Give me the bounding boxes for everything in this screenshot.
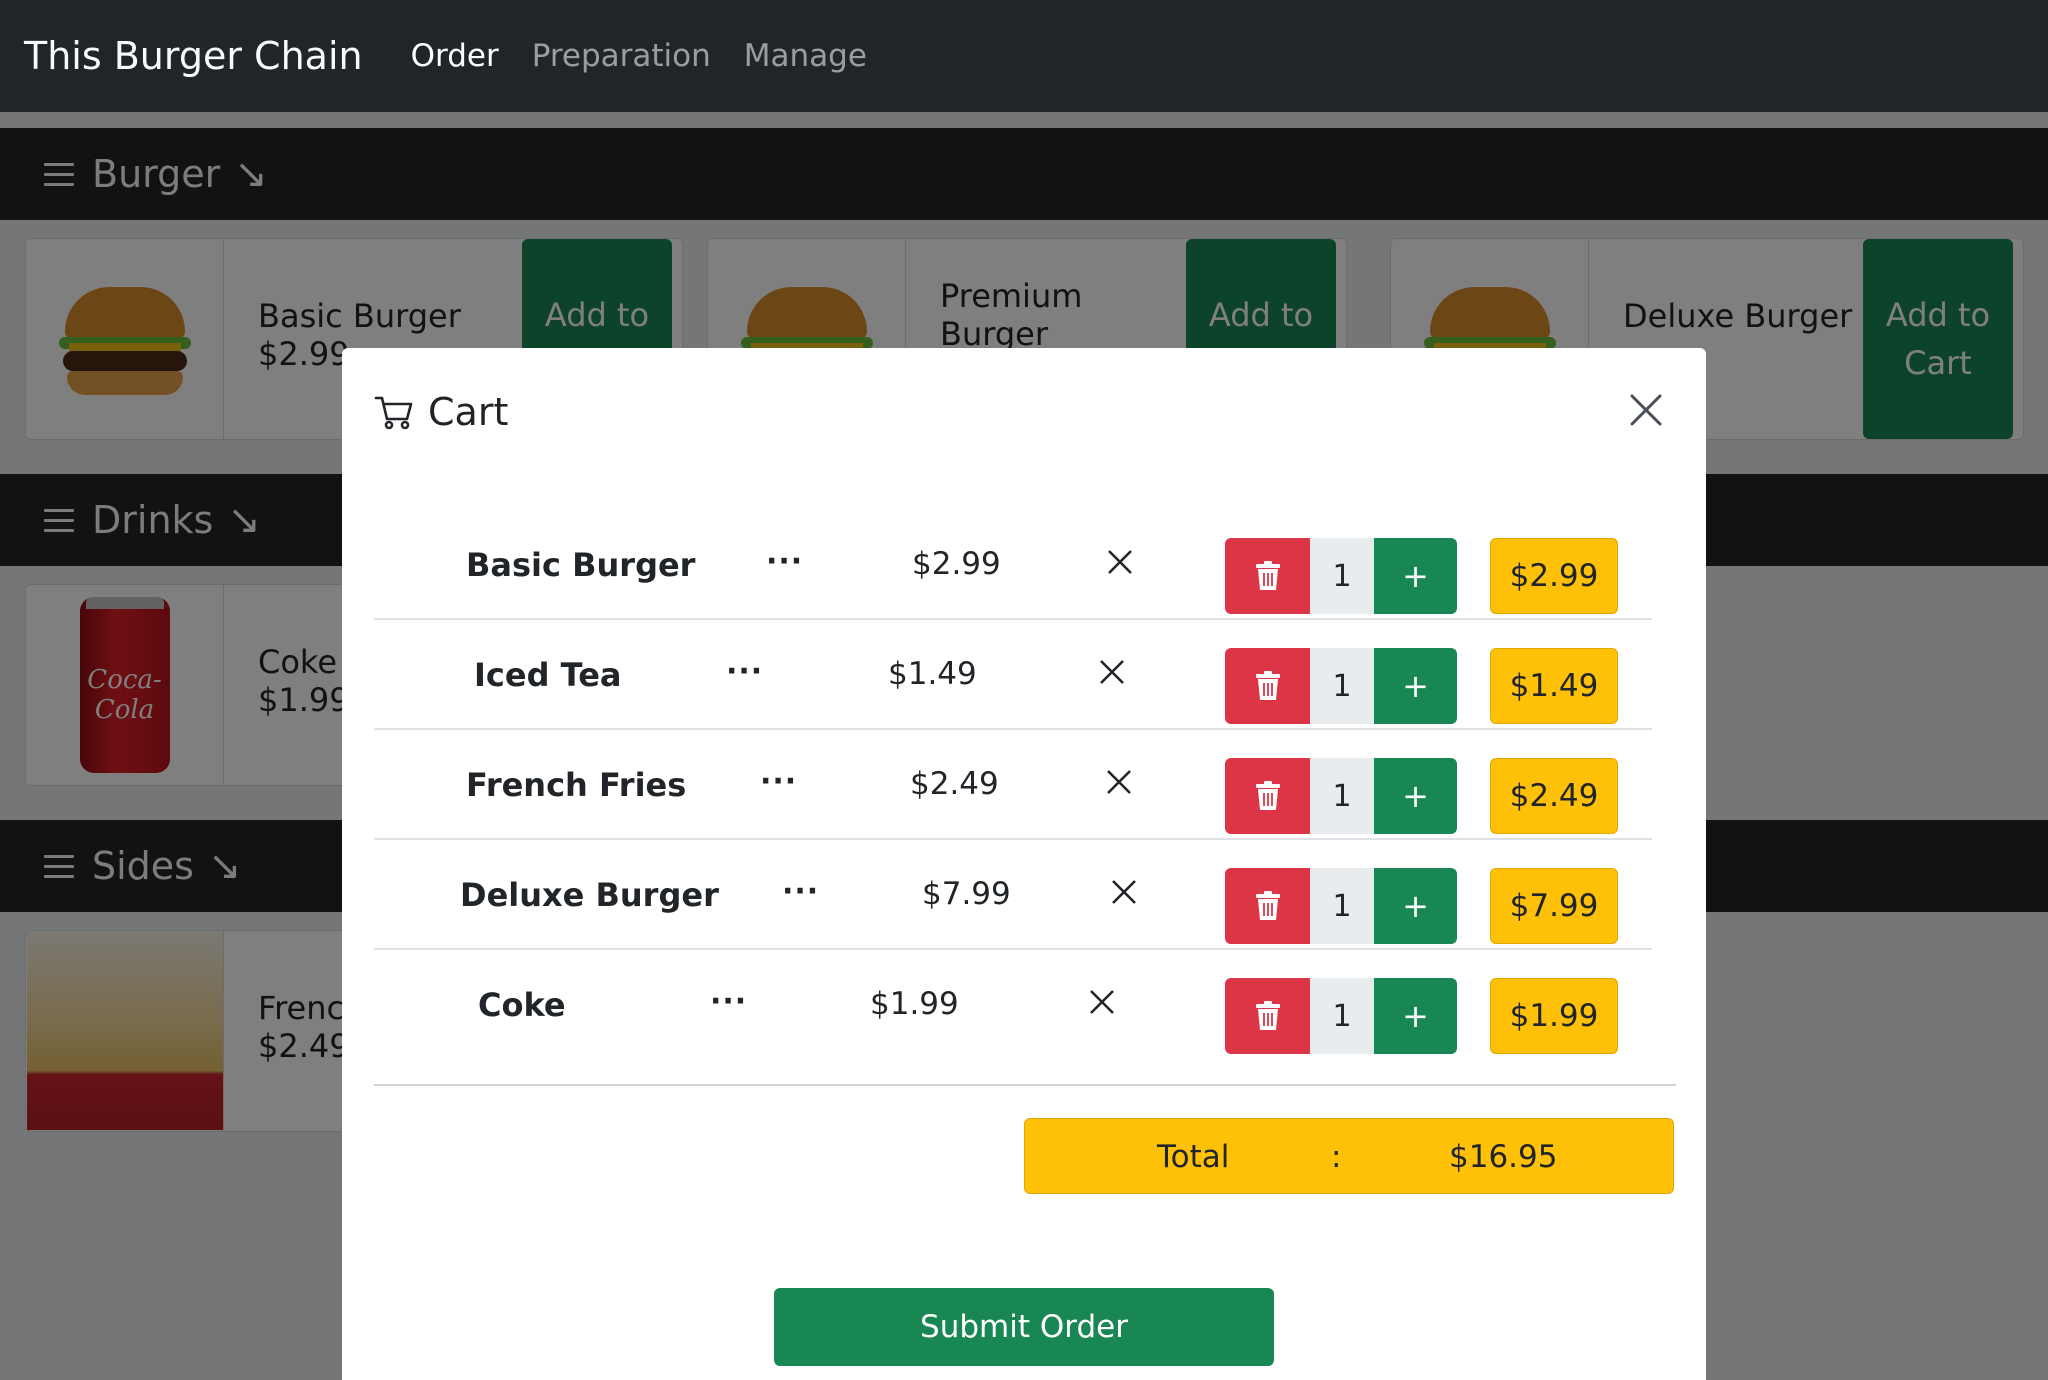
trash-icon xyxy=(1255,891,1280,920)
delete-item-button[interactable] xyxy=(1225,648,1310,724)
times-icon xyxy=(1090,990,1114,1014)
submit-order-button[interactable]: Submit Order xyxy=(774,1288,1274,1366)
increase-quantity-button[interactable]: + xyxy=(1374,868,1457,944)
quantity-stepper: 1 + xyxy=(1225,538,1457,614)
trash-icon xyxy=(1255,781,1280,810)
increase-quantity-button[interactable]: + xyxy=(1374,758,1457,834)
nav-link-preparation[interactable]: Preparation xyxy=(532,38,711,74)
cart-item-name: Deluxe Burger xyxy=(460,876,719,914)
cart-icon xyxy=(374,396,413,430)
cart-item-unit-price: $1.99 xyxy=(870,986,959,1022)
delete-item-button[interactable] xyxy=(1225,758,1310,834)
trash-icon xyxy=(1255,1001,1280,1030)
more-options-icon[interactable]: ··· xyxy=(760,764,797,799)
cart-item-line-total: $2.99 xyxy=(1490,538,1618,614)
cart-items-list: Basic Burger ··· $2.99 1 + $2.99 Iced Te… xyxy=(374,510,1652,1060)
times-icon xyxy=(1107,770,1131,794)
quantity-stepper: 1 + xyxy=(1225,648,1457,724)
more-options-icon[interactable]: ··· xyxy=(710,984,747,1019)
cart-item-unit-price: $7.99 xyxy=(922,876,1011,912)
quantity-value: 1 xyxy=(1310,758,1374,834)
delete-item-button[interactable] xyxy=(1225,978,1310,1054)
more-options-icon[interactable]: ··· xyxy=(766,544,803,579)
brand-title[interactable]: This Burger Chain xyxy=(24,34,363,78)
cart-item-name: Iced Tea xyxy=(474,656,622,694)
cart-item-unit-price: $2.99 xyxy=(912,546,1001,582)
more-options-icon[interactable]: ··· xyxy=(726,654,763,689)
cart-item-unit-price: $2.49 xyxy=(910,766,999,802)
cart-item-line-total: $7.99 xyxy=(1490,868,1618,944)
total-label: Total xyxy=(1157,1139,1230,1175)
cart-row: Deluxe Burger ··· $7.99 1 + $7.99 xyxy=(374,840,1652,950)
delete-item-button[interactable] xyxy=(1225,868,1310,944)
delete-item-button[interactable] xyxy=(1225,538,1310,614)
quantity-stepper: 1 + xyxy=(1225,758,1457,834)
cart-item-name: Basic Burger xyxy=(466,546,696,584)
summary-divider xyxy=(374,1084,1676,1086)
quantity-value: 1 xyxy=(1310,648,1374,724)
total-separator: : xyxy=(1331,1139,1342,1175)
cart-item-unit-price: $1.49 xyxy=(888,656,977,692)
cart-item-name: Coke xyxy=(478,986,566,1024)
increase-quantity-button[interactable]: + xyxy=(1374,978,1457,1054)
times-icon xyxy=(1112,880,1136,904)
modal-header: Cart xyxy=(374,390,508,434)
cart-item-line-total: $2.49 xyxy=(1490,758,1618,834)
cart-modal: Cart Basic Burger ··· $2.99 1 + $2.99 Ic… xyxy=(342,348,1706,1380)
times-icon xyxy=(1108,550,1132,574)
increase-quantity-button[interactable]: + xyxy=(1374,648,1457,724)
increase-quantity-button[interactable]: + xyxy=(1374,538,1457,614)
cart-row: Basic Burger ··· $2.99 1 + $2.99 xyxy=(374,510,1652,620)
cart-row: French Fries ··· $2.49 1 + $2.49 xyxy=(374,730,1652,840)
quantity-stepper: 1 + xyxy=(1225,978,1457,1054)
cart-item-name: French Fries xyxy=(466,766,687,804)
more-options-icon[interactable]: ··· xyxy=(782,874,819,909)
cart-item-line-total: $1.49 xyxy=(1490,648,1618,724)
cart-row: Iced Tea ··· $1.49 1 + $1.49 xyxy=(374,620,1652,730)
top-navbar: This Burger Chain Order Preparation Mana… xyxy=(0,0,2048,112)
close-icon[interactable] xyxy=(1626,390,1666,430)
order-total: Total : $16.95 xyxy=(1024,1118,1674,1194)
nav-link-order[interactable]: Order xyxy=(411,38,499,74)
cart-row: Coke ··· $1.99 1 + $1.99 xyxy=(374,950,1652,1060)
quantity-value: 1 xyxy=(1310,978,1374,1054)
quantity-value: 1 xyxy=(1310,868,1374,944)
modal-title: Cart xyxy=(428,390,509,434)
total-value: $16.95 xyxy=(1449,1139,1558,1175)
times-icon xyxy=(1100,660,1124,684)
trash-icon xyxy=(1255,561,1280,590)
nav-link-manage[interactable]: Manage xyxy=(744,38,867,74)
quantity-stepper: 1 + xyxy=(1225,868,1457,944)
trash-icon xyxy=(1255,671,1280,700)
cart-item-line-total: $1.99 xyxy=(1490,978,1618,1054)
quantity-value: 1 xyxy=(1310,538,1374,614)
